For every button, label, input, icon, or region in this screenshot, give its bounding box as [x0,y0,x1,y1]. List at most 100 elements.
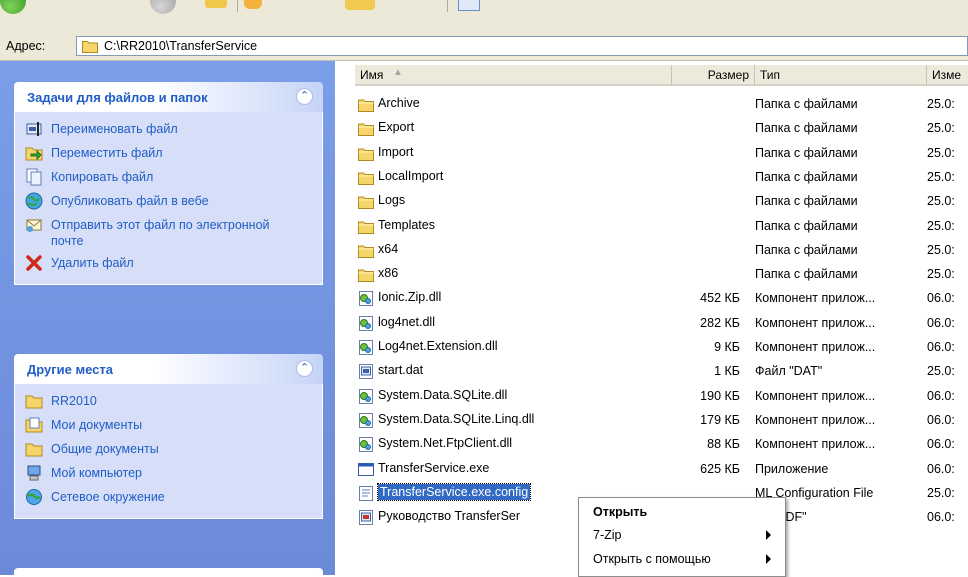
place-my-documents[interactable]: Мои документы [15,414,322,438]
task-copy[interactable]: Копировать файл [15,166,322,190]
email-icon [26,219,42,232]
file-row[interactable]: Logs Папка с файлами 25.0: [355,191,968,213]
back-icon[interactable] [0,0,26,14]
folder-icon [358,121,374,137]
file-row[interactable]: Ionic.Zip.dll 452 КБ Компонент прилож... 06… [355,288,968,310]
other-places-header[interactable]: Другие места ⌃ [14,354,323,384]
file-name: Log4net.Extension.dll [378,339,498,353]
file-tasks-list: Переименовать файл Переместить файл Копи… [14,112,323,285]
file-name-cell[interactable]: x86 [358,266,398,284]
address-label: Адрес: [6,39,46,53]
menu-item-label: 7-Zip [593,528,622,542]
file-date: 06.0: [927,510,955,525]
file-name-cell[interactable]: Log4net.Extension.dll [358,339,498,357]
file-name: Export [378,120,415,135]
task-move[interactable]: Переместить файл [15,142,322,166]
file-row[interactable]: TransferService.exe 625 КБ Приложение 06.0: [355,459,968,481]
file-row[interactable]: System.Net.FtpClient.dll 88 КБ Компонент п… [355,434,968,456]
file-name-cell[interactable]: TransferService.exe [358,461,489,479]
file-name-cell[interactable]: x64 [358,242,398,260]
file-date: 25.0: [927,364,955,379]
file-date: 25.0: [927,267,955,282]
menu-item-7zip[interactable]: 7-Zip [579,524,785,546]
place-rr2010[interactable]: RR2010 [15,390,322,414]
file-date: 25.0: [927,121,955,136]
file-row[interactable]: Archive Папка с файлами 25.0: [355,94,968,116]
task-delete[interactable]: Удалить файл [15,252,322,276]
file-row[interactable]: Import Папка с файлами 25.0: [355,143,968,165]
address-input[interactable]: C:\RR2010\TransferService [76,36,968,56]
file-name-cell[interactable]: TransferService.exe.config [358,482,532,503]
file-name-cell[interactable]: System.Net.FtpClient.dll [358,436,512,454]
file-name-cell[interactable]: Руководство TransferSer [358,509,520,527]
task-label: Копировать файл [51,170,154,184]
place-label: Общие документы [51,442,159,456]
file-name-cell[interactable]: LocalImport [358,169,443,187]
dll-icon [358,340,374,355]
file-row[interactable]: LocalImport Папка с файлами 25.0: [355,167,968,189]
column-header-type[interactable]: Тип [755,65,927,86]
file-name-cell[interactable]: Export [358,120,414,138]
file-type: Папка с файлами [755,169,858,184]
file-name-cell[interactable]: System.Data.SQLite.dll [358,388,507,406]
file-type: Папка с файлами [755,242,858,257]
menu-item-open-with[interactable]: Открыть с помощью [579,548,785,570]
toolbar-separator [447,0,448,12]
file-size: 452 КБ [700,291,740,306]
file-row[interactable]: System.Data.SQLite.dll 190 КБ Компонент пр… [355,386,968,408]
folders-icon[interactable] [345,0,375,10]
file-name-cell[interactable]: Templates [358,218,435,236]
file-date: 06.0: [927,340,955,354]
file-row[interactable]: x64 Папка с файлами 25.0: [355,240,968,262]
file-name-cell[interactable]: Archive [358,96,420,114]
task-label: Опубликовать файл в вебе [51,194,209,208]
file-date: 25.0: [927,97,955,111]
file-name-cell[interactable]: log4net.dll [358,315,435,333]
task-send-email[interactable]: Отправить этот файл по электронной почте [15,214,322,252]
forward-icon[interactable] [150,0,176,14]
place-my-computer[interactable]: Мой компьютер [15,462,322,486]
file-name: start.dat [378,363,424,378]
menu-item-open[interactable]: Открыть [579,501,785,523]
file-name: Руководство TransferSer [378,509,521,524]
file-name: Logs [378,193,406,208]
exe-icon [358,462,374,477]
file-type: Компонент прилож... [755,291,876,306]
other-places-panel: Другие места ⌃ RR2010 Мои документы Общи… [14,354,323,519]
column-date-label: Изме [932,68,962,82]
file-row[interactable]: System.Data.SQLite.Linq.dll 179 КБ Компоне… [355,410,968,432]
file-date: 25.0: [927,194,955,209]
search-icon[interactable] [244,0,262,9]
place-shared-documents[interactable]: Общие документы [15,438,322,462]
column-header-date[interactable]: Изме [927,65,968,86]
file-type: Папка с файлами [755,97,858,111]
file-row[interactable]: Log4net.Extension.dll 9 КБ Компонент прило… [355,337,968,359]
file-row[interactable]: start.dat 1 КБ Файл "DAT" 25.0: [355,361,968,383]
file-name-cell[interactable]: Import [358,145,413,163]
file-type: Приложение [755,461,829,476]
collapse-icon[interactable]: ⌃ [296,88,313,105]
file-name-cell[interactable]: System.Data.SQLite.Linq.dll [358,412,534,430]
submenu-arrow-icon [766,530,771,540]
folder-icon [358,170,374,185]
file-row[interactable]: Export Папка с файлами 25.0: [355,118,968,140]
file-tasks-header[interactable]: Задачи для файлов и папок ⌃ [14,82,323,112]
file-row[interactable]: log4net.dll 282 КБ Компонент прилож... 06.0… [355,313,968,335]
file-size: 625 КБ [700,461,740,476]
task-publish-web[interactable]: Опубликовать файл в вебе [15,190,322,214]
place-network[interactable]: Сетевое окружение [15,486,322,510]
file-type: Файл "DAT" [755,364,823,379]
task-rename[interactable]: Переименовать файл [15,118,322,142]
file-row[interactable]: x86 Папка с файлами 25.0: [355,264,968,286]
file-name-cell[interactable]: start.dat [358,363,423,381]
file-name-cell[interactable]: Ionic.Zip.dll [358,290,441,308]
file-name-cell[interactable]: Logs [358,193,405,211]
dat-file-icon [358,364,374,380]
file-row[interactable]: Templates Папка с файлами 25.0: [355,216,968,238]
file-size: 179 КБ [700,412,740,427]
folder-up-icon[interactable] [205,0,227,8]
publish-web-icon [25,192,43,210]
collapse-icon[interactable]: ⌃ [296,360,313,377]
views-icon[interactable] [458,0,480,11]
column-header-size[interactable]: Размер [671,65,755,86]
